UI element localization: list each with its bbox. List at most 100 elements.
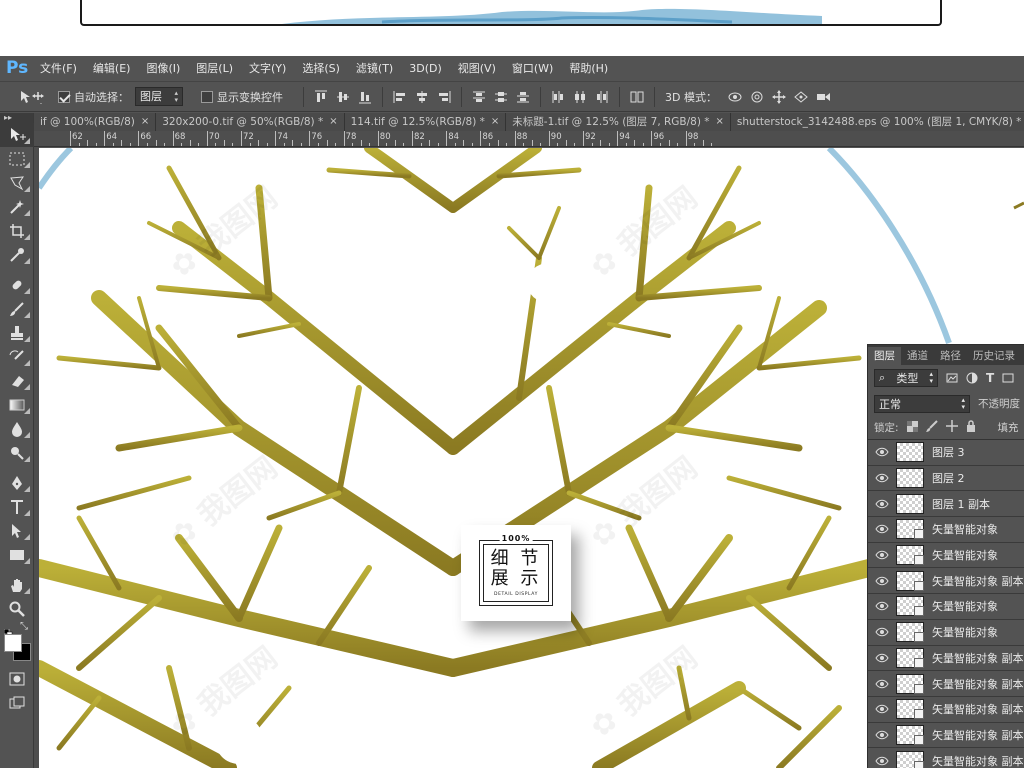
- menu-item[interactable]: 文字(Y): [241, 56, 294, 81]
- blend-mode-dropdown[interactable]: 正常 ▴ ▾: [874, 394, 970, 413]
- magic-wand-tool-icon[interactable]: [0, 195, 34, 219]
- visibility-eye-icon[interactable]: [868, 524, 896, 534]
- layer-row[interactable]: 矢量智能对象 副本: [868, 645, 1024, 672]
- layers-panel-tab[interactable]: 通道: [901, 347, 934, 365]
- eraser-tool-icon[interactable]: [0, 369, 34, 393]
- visibility-eye-icon[interactable]: [868, 447, 896, 457]
- layer-row[interactable]: 图层 1 副本: [868, 491, 1024, 518]
- visibility-eye-icon[interactable]: [868, 679, 896, 689]
- show-transform-checkbox[interactable]: [201, 90, 213, 103]
- visibility-eye-icon[interactable]: [868, 473, 896, 483]
- align-top-icon[interactable]: [314, 90, 328, 104]
- zoom-tool-icon[interactable]: [0, 597, 34, 621]
- drag-3d-icon[interactable]: [771, 89, 786, 104]
- align-left-icon[interactable]: [393, 90, 407, 104]
- menu-item[interactable]: 滤镜(T): [348, 56, 401, 81]
- distribute-top-icon[interactable]: [472, 90, 486, 104]
- layer-row[interactable]: 矢量智能对象: [868, 542, 1024, 569]
- layer-row[interactable]: 矢量智能对象 副本: [868, 671, 1024, 697]
- auto-select-checkbox[interactable]: [58, 90, 70, 103]
- align-hcenter-icon[interactable]: [415, 90, 429, 104]
- visibility-eye-icon[interactable]: [868, 499, 896, 509]
- document-tab[interactable]: 114.tif @ 12.5%(RGB/8) * ×: [344, 113, 507, 131]
- visibility-eye-icon[interactable]: [868, 730, 896, 740]
- layer-row[interactable]: 矢量智能对象: [868, 619, 1024, 646]
- brush-tool-icon[interactable]: [0, 297, 34, 321]
- clone-stamp-tool-icon[interactable]: [0, 321, 34, 345]
- visibility-eye-icon[interactable]: [868, 576, 896, 586]
- align-right-icon[interactable]: [437, 90, 451, 104]
- layer-row[interactable]: 矢量智能对象: [868, 594, 1024, 620]
- document-tab[interactable]: shutterstock_3142488.eps @ 100% (图层 1, C…: [730, 113, 1024, 131]
- pen-tool-icon[interactable]: [0, 471, 34, 495]
- distribute-hcenter-icon[interactable]: [573, 90, 587, 104]
- type-filter-icon[interactable]: T: [986, 371, 994, 385]
- distribute-vcenter-icon[interactable]: [494, 90, 508, 104]
- screen-mode-icon[interactable]: [0, 691, 34, 715]
- close-tab-icon[interactable]: ×: [716, 113, 724, 131]
- move-tool-preset-icon[interactable]: [18, 89, 44, 105]
- layers-panel-tab[interactable]: 路径: [934, 347, 967, 365]
- lasso-tool-icon[interactable]: [0, 171, 34, 195]
- layers-panel-tab[interactable]: 图层: [868, 347, 901, 365]
- lock-position-icon[interactable]: [945, 420, 958, 435]
- layer-row[interactable]: 矢量智能对象 副本: [868, 696, 1024, 723]
- shape-filter-icon[interactable]: [1002, 369, 1014, 388]
- swap-colors-icon[interactable]: ⤡: [20, 622, 28, 632]
- eyedropper-tool-icon[interactable]: [0, 243, 34, 267]
- visibility-eye-icon[interactable]: [868, 601, 896, 611]
- crop-tool-icon[interactable]: [0, 219, 34, 243]
- visibility-eye-icon[interactable]: [868, 627, 896, 637]
- type-tool-icon[interactable]: [0, 495, 34, 519]
- image-filter-icon[interactable]: [946, 369, 958, 388]
- roll-3d-icon[interactable]: [749, 90, 763, 104]
- menu-item[interactable]: 选择(S): [294, 56, 348, 81]
- distribute-right-icon[interactable]: [595, 90, 609, 104]
- menu-item[interactable]: 编辑(E): [85, 56, 139, 81]
- blur-tool-icon[interactable]: [0, 417, 34, 441]
- layer-row[interactable]: 矢量智能对象 副本: [868, 722, 1024, 749]
- align-vcenter-icon[interactable]: [336, 90, 350, 104]
- default-colors-icon[interactable]: [3, 623, 13, 638]
- adjustment-filter-icon[interactable]: [966, 369, 978, 388]
- path-selection-tool-icon[interactable]: [0, 519, 34, 543]
- menu-item[interactable]: 帮助(H): [561, 56, 616, 81]
- layer-row[interactable]: 矢量智能对象: [868, 517, 1024, 543]
- visibility-eye-icon[interactable]: [868, 653, 896, 663]
- lock-transparent-icon[interactable]: [906, 420, 918, 435]
- layer-row[interactable]: 矢量智能对象 副本: [868, 748, 1024, 768]
- move-tool-icon[interactable]: [0, 123, 34, 147]
- dodge-tool-icon[interactable]: [0, 441, 34, 465]
- marquee-tool-icon[interactable]: [0, 147, 34, 171]
- layer-row[interactable]: 图层 3: [868, 440, 1024, 466]
- lock-all-icon[interactable]: [966, 420, 976, 435]
- menu-item[interactable]: 图层(L): [188, 56, 241, 81]
- menu-item[interactable]: 图像(I): [138, 56, 188, 81]
- layer-filter-dropdown[interactable]: ⌕ 类型 ▴ ▾: [874, 369, 938, 387]
- layers-panel-tab[interactable]: 历史记录: [967, 347, 1021, 365]
- menu-item[interactable]: 文件(F): [32, 56, 85, 81]
- slide-3d-icon[interactable]: [793, 90, 808, 104]
- document-tab[interactable]: if @ 100%(RGB/8) ×: [34, 113, 157, 131]
- layer-row[interactable]: 矢量智能对象 副本: [868, 568, 1024, 595]
- lock-pixels-icon[interactable]: [925, 420, 938, 435]
- align-bottom-icon[interactable]: [358, 90, 372, 104]
- visibility-eye-icon[interactable]: [868, 704, 896, 714]
- close-tab-icon[interactable]: ×: [329, 113, 337, 131]
- gradient-tool-icon[interactable]: [0, 393, 34, 417]
- visibility-eye-icon[interactable]: [868, 550, 896, 560]
- auto-select-target-dropdown[interactable]: 图层 ▴ ▾: [135, 87, 183, 106]
- quick-mask-icon[interactable]: [0, 667, 34, 691]
- close-tab-icon[interactable]: ×: [491, 113, 499, 131]
- rotate-3d-icon[interactable]: [727, 90, 742, 104]
- document-tab[interactable]: 未标题-1.tif @ 12.5% (图层 7, RGB/8) * ×: [506, 113, 731, 131]
- close-tab-icon[interactable]: ×: [141, 113, 149, 131]
- hand-tool-icon[interactable]: [0, 573, 34, 597]
- menu-item[interactable]: 3D(D): [401, 56, 450, 81]
- document-tab[interactable]: 320x200-0.tif @ 50%(RGB/8) * ×: [156, 113, 345, 131]
- scale-3d-icon[interactable]: [815, 90, 830, 104]
- layer-row[interactable]: 图层 2: [868, 465, 1024, 492]
- rectangle-tool-icon[interactable]: [0, 543, 34, 567]
- foreground-color-swatch[interactable]: [4, 634, 22, 652]
- menu-item[interactable]: 视图(V): [450, 56, 504, 81]
